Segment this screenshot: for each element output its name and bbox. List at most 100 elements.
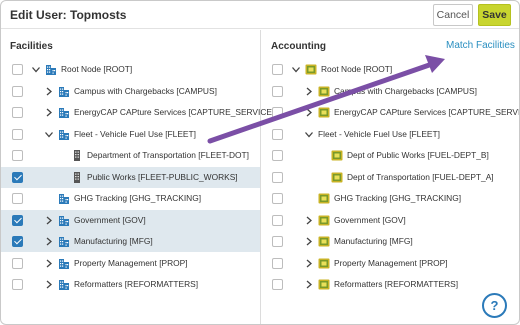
tree-row-label: EnergyCAP CAPture Services [CAPTURE_SERV… <box>334 107 520 117</box>
account-tree-row[interactable]: Government [GOV] <box>261 210 519 231</box>
chevron-right-icon[interactable] <box>45 259 53 268</box>
chevron-down-icon[interactable] <box>305 130 313 139</box>
tree-row-label: Government [GOV] <box>74 214 146 225</box>
chevron-right-icon[interactable] <box>305 280 313 289</box>
facilities-panel-title: Facilities <box>10 41 53 52</box>
help-button[interactable]: ? <box>482 293 507 318</box>
checkbox[interactable] <box>272 214 283 226</box>
chevron-right-icon[interactable] <box>305 237 313 246</box>
cost-center-icon <box>318 85 330 98</box>
facility-tree-row[interactable]: Manufacturing [MFG] <box>1 231 260 252</box>
tree-row-label: Reformatters [REFORMATTERS] <box>74 279 199 289</box>
building-icon <box>58 278 70 291</box>
tree-row-label: Manufacturing [MFG] <box>334 236 413 246</box>
save-button[interactable]: Save <box>478 4 511 26</box>
account-tree-row[interactable]: Manufacturing [MFG] <box>261 231 519 252</box>
chevron-right-icon[interactable] <box>45 237 53 246</box>
chevron-right-icon[interactable] <box>305 87 313 96</box>
building-icon <box>45 63 57 76</box>
accounting-panel-title: Accounting <box>271 41 326 52</box>
checkbox[interactable] <box>12 128 23 140</box>
facility-tree-row[interactable]: Public Works [FLEET-PUBLIC_WORKS] <box>1 166 260 188</box>
tower-icon <box>71 171 83 184</box>
building-icon <box>58 257 70 270</box>
building-icon <box>58 214 70 227</box>
cost-center-icon <box>318 257 330 270</box>
checkbox-checked[interactable] <box>12 171 23 183</box>
edit-user-dialog: Edit User: Topmosts Cancel Save Faciliti… <box>0 0 520 325</box>
chevron-right-icon[interactable] <box>305 108 313 117</box>
checkbox[interactable] <box>272 64 283 75</box>
checkbox[interactable] <box>12 279 23 290</box>
checkbox[interactable] <box>272 279 283 290</box>
checkbox[interactable] <box>12 64 23 75</box>
tree-row-label: Government [GOV] <box>334 214 406 225</box>
chevron-down-icon[interactable] <box>292 65 300 74</box>
account-tree-row[interactable]: Property Management [PROP] <box>261 253 519 274</box>
facility-tree-row[interactable]: Campus with Chargebacks [CAMPUS] <box>1 81 260 102</box>
cancel-button[interactable]: Cancel <box>433 4 473 26</box>
chevron-right-icon[interactable] <box>305 216 313 225</box>
facility-tree-row[interactable]: Government [GOV] <box>1 209 260 231</box>
chevron-down-icon[interactable] <box>45 130 53 139</box>
checkbox[interactable] <box>272 171 283 183</box>
checkbox[interactable] <box>272 128 283 140</box>
account-tree-row[interactable]: Root Node [ROOT] <box>261 59 519 80</box>
chevron-right-icon[interactable] <box>45 87 53 96</box>
tree-row-label: EnergyCAP CAPture Services [CAPTURE_SERV… <box>74 107 280 117</box>
cost-center-icon <box>318 106 330 119</box>
checkbox[interactable] <box>12 150 23 161</box>
tree-row-label: Dept of Public Works [FUEL-DEPT_B] <box>347 150 489 160</box>
checkbox[interactable] <box>272 107 283 118</box>
checkbox[interactable] <box>12 193 23 204</box>
checkbox-checked[interactable] <box>12 236 23 247</box>
facility-tree-row[interactable]: Department of Transportation [FLEET-DOT] <box>1 145 260 166</box>
dialog-title: Edit User: Topmosts <box>10 8 127 22</box>
facility-tree-row[interactable]: Fleet - Vehicle Fuel Use [FLEET] <box>1 124 260 145</box>
tree-row-label: Property Management [PROP] <box>334 257 448 268</box>
checkbox[interactable] <box>272 257 283 269</box>
chevron-right-icon[interactable] <box>45 216 53 225</box>
checkbox[interactable] <box>272 193 283 204</box>
tree-row-label: Dept of Transportation [FUEL-DEPT_A] <box>347 171 494 182</box>
cost-center-icon <box>318 192 330 205</box>
tree-row-label: Reformatters [REFORMATTERS] <box>334 279 459 289</box>
tree-row-label: Fleet - Vehicle Fuel Use [FLEET] <box>74 128 196 139</box>
building-icon <box>58 192 70 205</box>
cost-center-icon <box>331 171 343 184</box>
cost-center-icon <box>331 149 343 162</box>
facility-tree-row[interactable]: Property Management [PROP] <box>1 253 260 274</box>
account-tree-row[interactable]: Dept of Transportation [FUEL-DEPT_A] <box>261 167 519 188</box>
tree-row-label: GHG Tracking [GHG_TRACKING] <box>74 193 202 203</box>
dialog-header: Edit User: Topmosts Cancel Save <box>1 1 519 29</box>
checkbox[interactable] <box>272 236 283 247</box>
tower-icon <box>71 149 83 162</box>
tree-row-label: Campus with Chargebacks [CAMPUS] <box>74 85 217 96</box>
match-facilities-link[interactable]: Match Facilities <box>446 40 515 51</box>
tree-row-label: Root Node [ROOT] <box>61 64 133 74</box>
checkbox[interactable] <box>272 85 283 97</box>
chevron-right-icon[interactable] <box>45 108 53 117</box>
chevron-down-icon[interactable] <box>32 65 40 74</box>
chevron-right-icon[interactable] <box>305 259 313 268</box>
account-tree-row[interactable]: Reformatters [REFORMATTERS] <box>261 274 519 295</box>
account-tree-row[interactable]: Fleet - Vehicle Fuel Use [FLEET] <box>261 124 519 145</box>
tree-row-label: GHG Tracking [GHG_TRACKING] <box>334 193 462 203</box>
building-icon <box>58 85 70 98</box>
cost-center-icon <box>305 63 317 76</box>
checkbox[interactable] <box>12 107 23 118</box>
chevron-right-icon[interactable] <box>45 280 53 289</box>
account-tree-row[interactable]: Dept of Public Works [FUEL-DEPT_B] <box>261 145 519 166</box>
facility-tree-row[interactable]: Root Node [ROOT] <box>1 59 260 80</box>
checkbox[interactable] <box>12 257 23 269</box>
tree-row-label: Department of Transportation [FLEET-DOT] <box>87 150 249 160</box>
checkbox[interactable] <box>272 150 283 161</box>
facility-tree-row[interactable]: GHG Tracking [GHG_TRACKING] <box>1 188 260 209</box>
account-tree-row[interactable]: GHG Tracking [GHG_TRACKING] <box>261 188 519 209</box>
checkbox[interactable] <box>12 85 23 97</box>
facility-tree-row[interactable]: EnergyCAP CAPture Services [CAPTURE_SERV… <box>1 102 280 123</box>
account-tree-row[interactable]: EnergyCAP CAPture Services [CAPTURE_SERV… <box>261 102 520 123</box>
account-tree-row[interactable]: Campus with Chargebacks [CAMPUS] <box>261 81 519 102</box>
facility-tree-row[interactable]: Reformatters [REFORMATTERS] <box>1 274 260 295</box>
checkbox-checked[interactable] <box>12 214 23 226</box>
